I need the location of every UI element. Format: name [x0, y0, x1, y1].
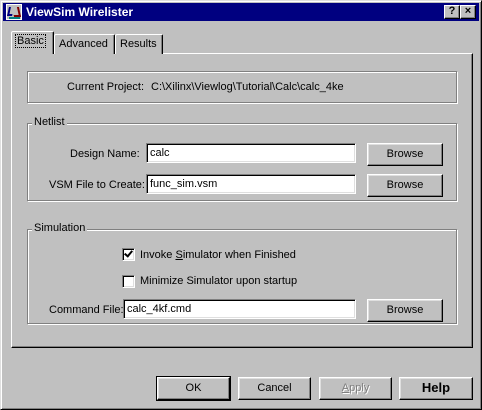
apply-button[interactable]: Apply	[319, 377, 392, 400]
invoke-label-rest: imulator when Finished	[182, 249, 296, 261]
help-button[interactable]: Help	[399, 377, 473, 400]
wirelister-app-icon[interactable]	[6, 4, 22, 20]
design-browse-button[interactable]: Browse	[367, 143, 443, 166]
title-bar[interactable]: ViewSim Wirelister ? ×	[3, 3, 479, 21]
tab-basic[interactable]: Basic	[11, 31, 54, 54]
command-browse-button[interactable]: Browse	[367, 299, 443, 322]
vsm-browse-button[interactable]: Browse	[367, 174, 443, 197]
dialog-window: ViewSim Wirelister ? × Basic Advanced Re…	[0, 0, 482, 410]
command-file-input[interactable]: calc_4kf.cmd	[123, 299, 356, 319]
simulation-group-label: Simulation	[32, 222, 88, 235]
tab-results-label: Results	[120, 38, 157, 50]
current-project-path: C:\Xilinx\Viewlog\Tutorial\Calc\calc_4ke	[151, 81, 344, 93]
checkmark-icon	[124, 248, 133, 258]
design-browse-label: Browse	[386, 148, 424, 160]
minimize-simulator-label[interactable]: Minimize Simulator upon startup	[140, 274, 297, 288]
current-project-label: Current Project:	[67, 81, 145, 93]
invoke-label-mnemonic: S	[175, 249, 183, 261]
ok-label: OK	[185, 382, 202, 394]
close-icon[interactable]: ×	[460, 5, 476, 19]
window-title: ViewSim Wirelister	[26, 5, 134, 19]
invoke-label-prefix: Invoke	[140, 249, 176, 261]
vsm-browse-label: Browse	[386, 179, 424, 191]
invoke-simulator-label[interactable]: Invoke Simulator when Finished	[140, 248, 296, 262]
tab-advanced-label: Advanced	[59, 38, 108, 50]
tab-advanced[interactable]: Advanced	[54, 34, 115, 54]
ok-button[interactable]: OK	[156, 376, 231, 401]
design-name-label: Design Name:	[70, 148, 140, 160]
cancel-button[interactable]: Cancel	[238, 377, 311, 400]
tab-panel-basic: Current Project: C:\Xilinx\Viewlog\Tutor…	[11, 53, 473, 348]
help-question-icon[interactable]: ?	[444, 5, 460, 19]
vsm-file-label: VSM File to Create:	[49, 179, 145, 191]
apply-label-rest: pply	[349, 382, 370, 394]
netlist-group-label: Netlist	[32, 116, 67, 129]
tab-results[interactable]: Results	[115, 34, 163, 54]
help-label: Help	[421, 380, 451, 395]
cancel-label: Cancel	[257, 382, 292, 394]
command-browse-label: Browse	[386, 304, 424, 316]
minimize-simulator-checkbox[interactable]	[122, 275, 135, 288]
vsm-file-input[interactable]: func_sim.vsm	[146, 174, 356, 194]
invoke-simulator-checkbox[interactable]	[122, 248, 135, 261]
command-file-label: Command File:	[49, 304, 124, 316]
design-name-input[interactable]: calc	[146, 143, 356, 163]
tab-basic-label: Basic	[15, 34, 46, 48]
apply-label-mnemonic: A	[341, 382, 350, 394]
